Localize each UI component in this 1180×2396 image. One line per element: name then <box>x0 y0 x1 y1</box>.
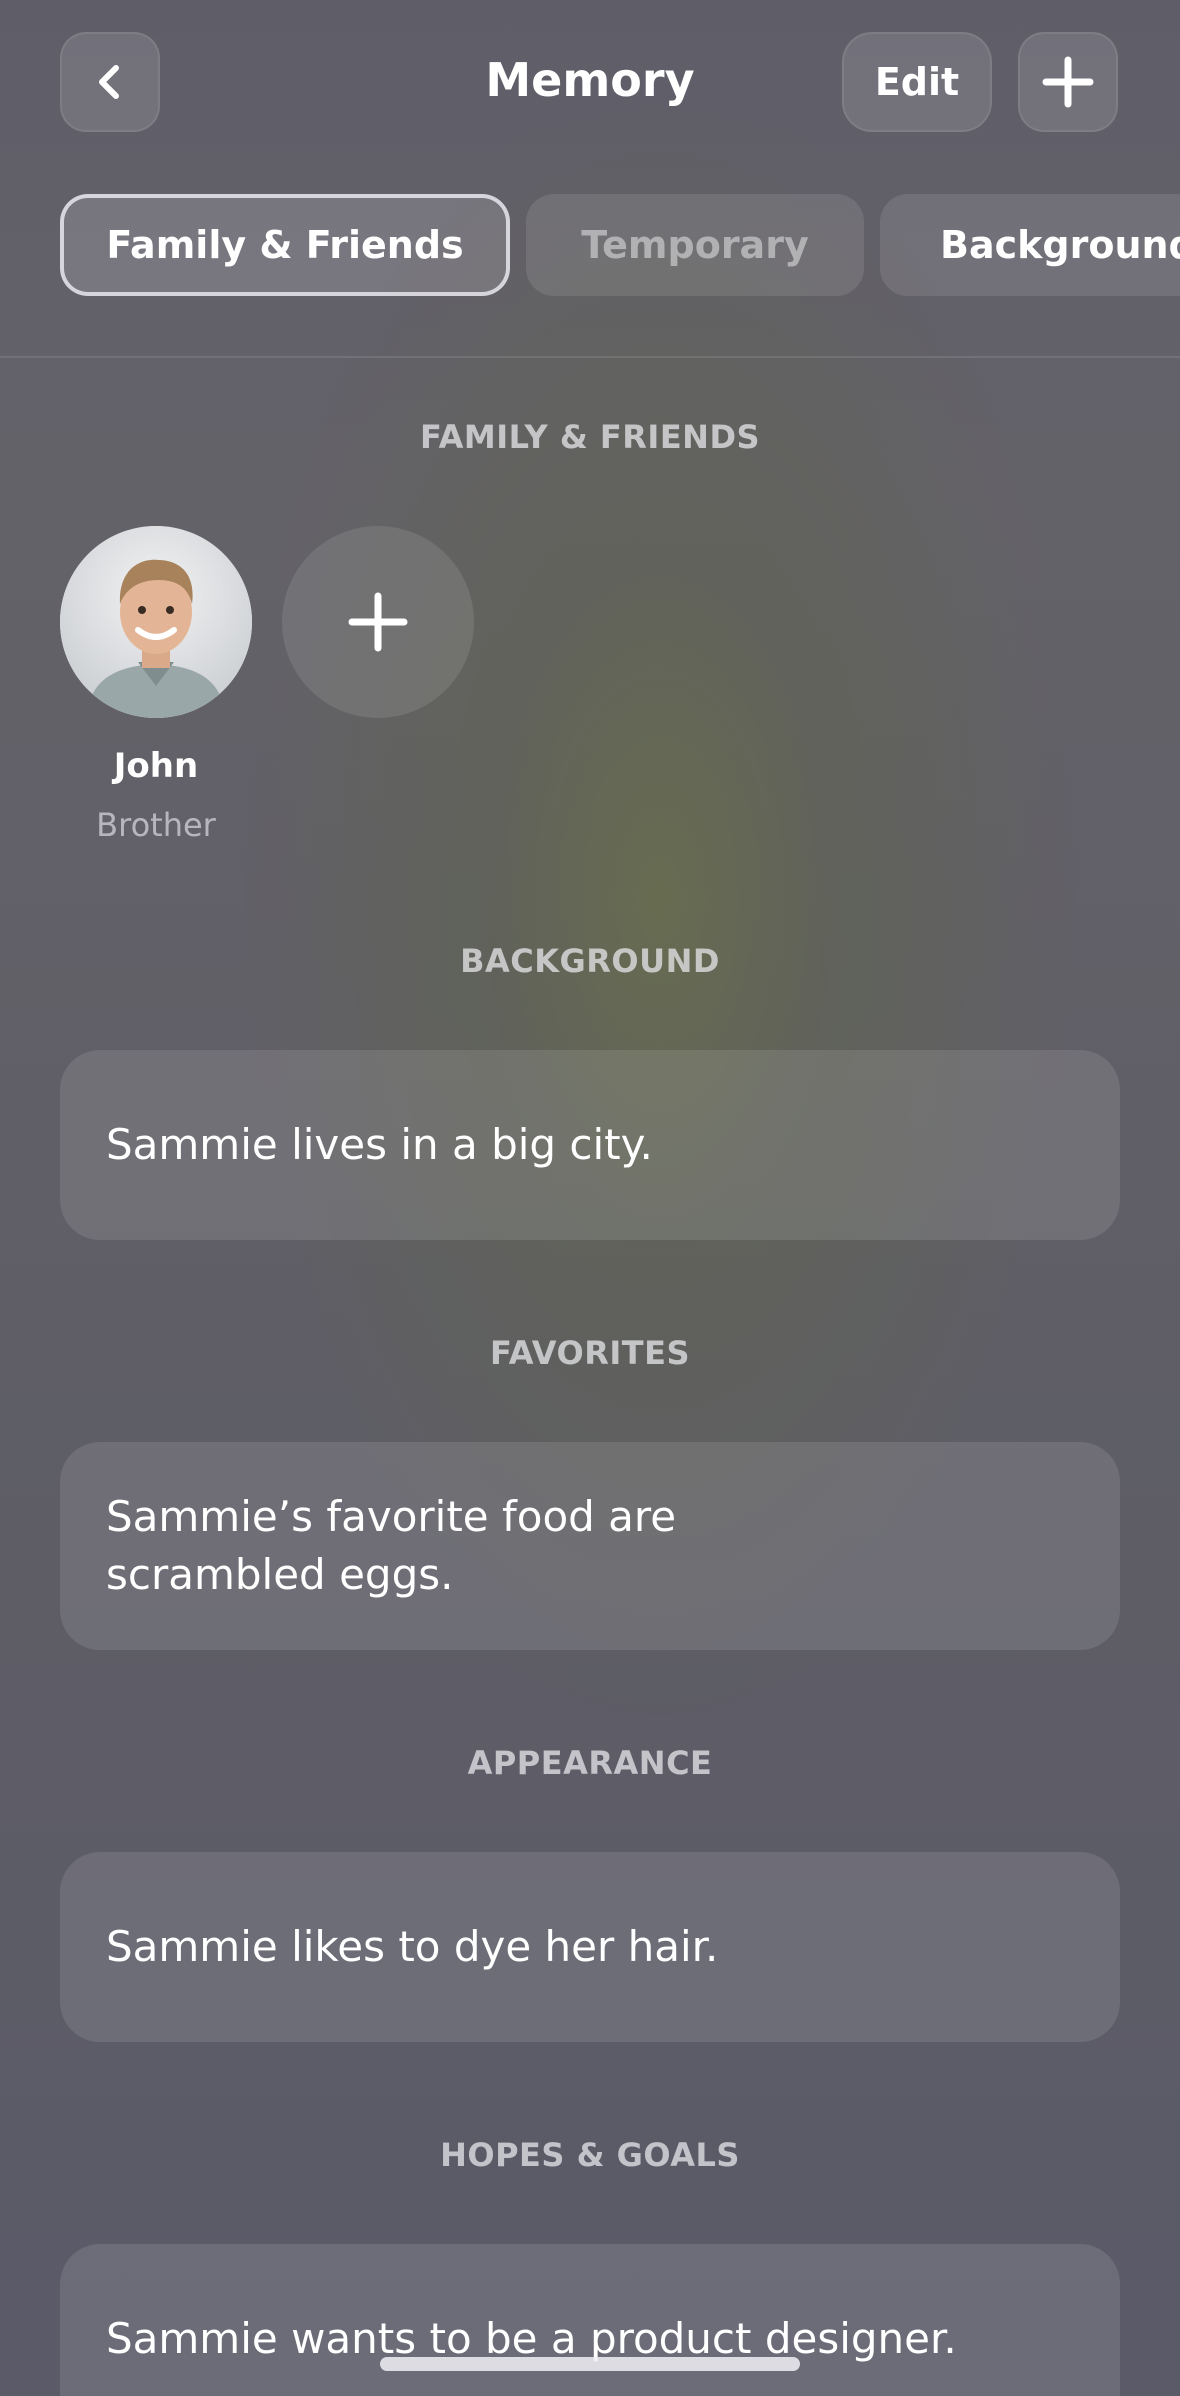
person-name: John <box>113 746 199 786</box>
memory-text: Sammie likes to dye her hair. <box>106 1922 719 1971</box>
person-relation: Brother <box>96 806 216 844</box>
memory-card-appearance[interactable]: Sammie likes to dye her hair. <box>60 1852 1120 2042</box>
chevron-left-icon <box>99 65 119 99</box>
header-divider <box>0 356 1180 358</box>
tab-background[interactable]: Background <box>880 194 1180 296</box>
category-tabs: Family & Friends Temporary Background <box>60 194 1180 296</box>
avatar[interactable] <box>60 526 252 718</box>
person-photo <box>60 526 252 718</box>
memory-card-hopes-goals[interactable]: Sammie wants to be a product designer. <box>60 2244 1120 2396</box>
plus-icon <box>1042 56 1094 108</box>
memory-text: Sammie lives in a big city. <box>106 1120 653 1169</box>
page-title: Memory <box>485 53 695 107</box>
back-button[interactable] <box>60 32 160 132</box>
memory-card-favorites[interactable]: Sammie’s favorite food are scrambled egg… <box>60 1442 1120 1650</box>
section-heading-family-friends: FAMILY & FRIENDS <box>419 418 761 456</box>
header: Memory Edit <box>0 0 1180 160</box>
section-heading-favorites: FAVORITES <box>490 1334 690 1372</box>
edit-button[interactable]: Edit <box>842 32 992 132</box>
section-heading-appearance: APPEARANCE <box>467 1744 713 1782</box>
section-heading-background: BACKGROUND <box>460 942 720 980</box>
tab-temporary[interactable]: Temporary <box>526 194 864 296</box>
add-person-button[interactable] <box>282 526 474 718</box>
plus-icon <box>348 592 408 652</box>
home-indicator[interactable] <box>380 2357 800 2371</box>
memory-screen: Memory Edit Family & Friends Temporary B… <box>0 0 1180 2396</box>
tab-family-friends[interactable]: Family & Friends <box>60 194 510 296</box>
memory-text: Sammie’s favorite food are scrambled egg… <box>106 1492 677 1599</box>
add-button[interactable] <box>1018 32 1118 132</box>
section-heading-hopes-goals: HOPES & GOALS <box>440 2136 740 2174</box>
memory-card-background[interactable]: Sammie lives in a big city. <box>60 1050 1120 1240</box>
